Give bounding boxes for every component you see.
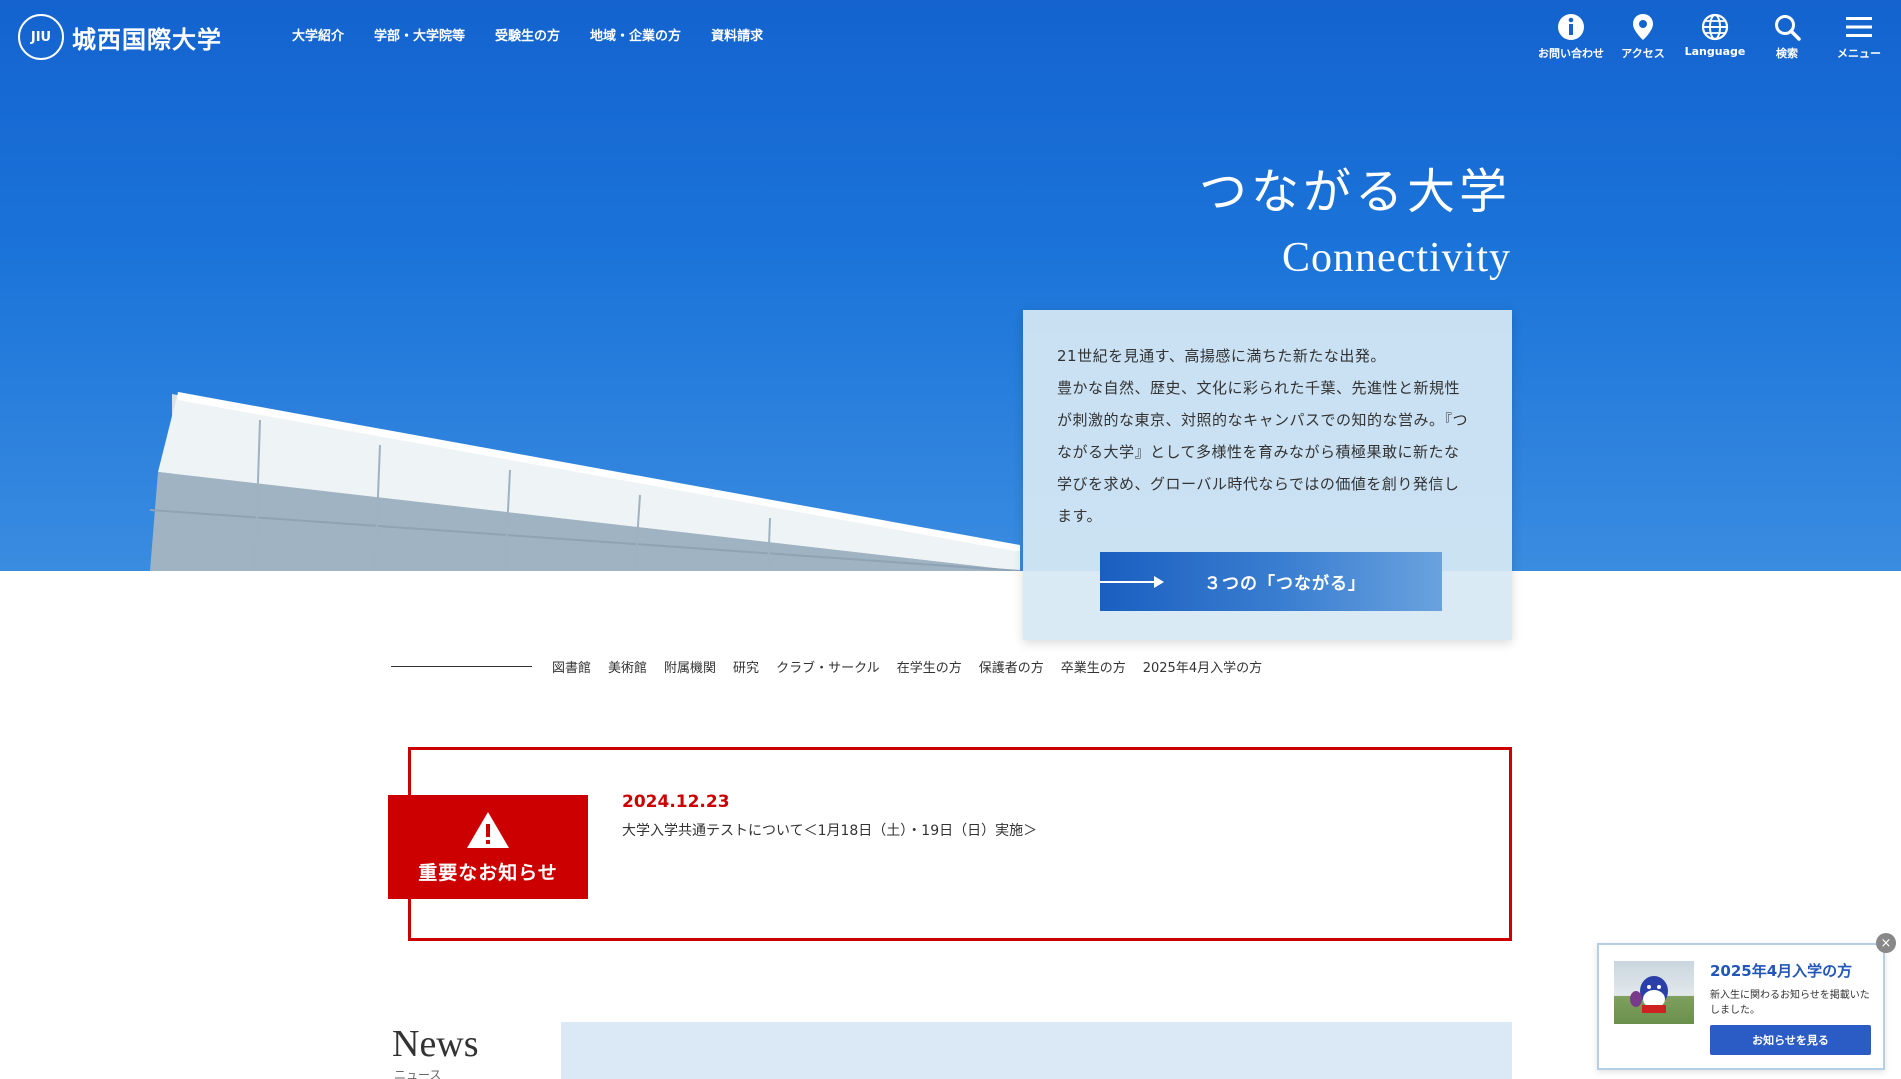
globe-icon xyxy=(1701,13,1729,41)
three-connections-label: ３つの「つながる」 xyxy=(1204,574,1366,594)
mascot-photo xyxy=(1614,961,1694,1024)
hero-building-image xyxy=(149,392,1021,571)
intro-line: 学びを求め、グローバル時代ならではの価値を創り発信し xyxy=(1057,475,1460,493)
intro-card: 21世紀を見通す、高揚感に満ちた新たな出発。 豊かな自然、歴史、文化に彩られた千… xyxy=(1023,310,1512,640)
mascot-image xyxy=(1630,976,1668,1013)
logo-name: 城西国際大学 xyxy=(72,25,222,54)
hero-title: つながる大学 Connectivity xyxy=(1199,152,1511,282)
nav-request-materials[interactable]: 資料請求 xyxy=(711,25,763,44)
sub-nav-parents[interactable]: 保護者の方 xyxy=(979,657,1044,676)
sub-nav-library[interactable]: 図書館 xyxy=(552,657,591,676)
news-panel xyxy=(561,1022,1512,1079)
arrow-right-icon xyxy=(1100,576,1164,588)
hero-section xyxy=(0,0,1901,571)
hero-title-jp: つながる大学 xyxy=(1198,164,1511,220)
contact-button[interactable]: お問い合わせ xyxy=(1535,12,1607,61)
access-label: アクセス xyxy=(1621,47,1665,60)
nav-applicants[interactable]: 受験生の方 xyxy=(495,25,560,44)
nav-about[interactable]: 大学紹介 xyxy=(292,25,344,44)
warning-icon xyxy=(467,811,509,848)
menu-icon xyxy=(1846,17,1872,37)
sub-nav-research[interactable]: 研究 xyxy=(733,657,759,676)
close-icon[interactable]: × xyxy=(1876,933,1896,953)
search-button[interactable]: 検索 xyxy=(1751,12,1823,61)
intro-line: 21世紀を見通す、高揚感に満ちた新たな出発。 xyxy=(1057,347,1386,365)
sub-nav-divider xyxy=(391,666,532,667)
access-button[interactable]: アクセス xyxy=(1607,12,1679,61)
nav-faculties[interactable]: 学部・大学院等 xyxy=(374,25,465,44)
popup-text: 新入生に関わるお知らせを掲載いたしました。 xyxy=(1710,990,1870,1016)
sub-nav-museum[interactable]: 美術館 xyxy=(608,657,647,676)
important-notice-label: 重要なお知らせ xyxy=(418,861,558,884)
three-connections-button[interactable]: ３つの「つながる」 xyxy=(1100,552,1442,611)
menu-button[interactable]: メニュー xyxy=(1823,12,1895,61)
sub-nav-students[interactable]: 在学生の方 xyxy=(897,657,962,676)
sub-nav-clubs[interactable]: クラブ・サークル xyxy=(776,657,880,676)
notice-link[interactable]: 大学入学共通テストについて＜1月18日（土）・19日（日）実施＞ xyxy=(622,820,1037,840)
sub-nav: 図書館 美術館 附属機関 研究 クラブ・サークル 在学生の方 保護者の方 卒業生… xyxy=(552,657,1262,676)
language-button[interactable]: Language xyxy=(1679,12,1751,61)
intro-line: 豊かな自然、歴史、文化に彩られた千葉、先進性と新規性 xyxy=(1057,379,1461,397)
map-pin-icon xyxy=(1633,14,1653,40)
university-logo[interactable]: JIU 城西国際大学 xyxy=(18,14,222,60)
menu-label: メニュー xyxy=(1837,47,1881,60)
popup-title[interactable]: 2025年4月入学の方 xyxy=(1710,960,1852,981)
sub-nav-institutions[interactable]: 附属機関 xyxy=(664,657,716,676)
sub-nav-alumni[interactable]: 卒業生の方 xyxy=(1061,657,1126,676)
utility-nav: お問い合わせ アクセス Language 検索 メニュー xyxy=(1535,12,1895,61)
nav-community[interactable]: 地域・企業の方 xyxy=(590,25,681,44)
important-notice-tag: 重要なお知らせ xyxy=(388,795,588,899)
main-nav: 大学紹介 学部・大学院等 受験生の方 地域・企業の方 資料請求 xyxy=(292,25,763,44)
news-heading: News xyxy=(392,1023,479,1065)
contact-label: お問い合わせ xyxy=(1538,47,1604,60)
info-icon xyxy=(1558,14,1584,40)
logo-seal-icon: JIU xyxy=(18,14,64,60)
sub-nav-new-students[interactable]: 2025年4月入学の方 xyxy=(1143,657,1262,676)
intro-line: が刺激的な東京、対照的なキャンパスでの知的な営み。『つ xyxy=(1057,411,1469,429)
search-icon xyxy=(1775,15,1801,41)
hero-title-en: Connectivity xyxy=(1282,235,1511,281)
new-students-popup: 2025年4月入学の方 新入生に関わるお知らせを掲載いたしました。 お知らせを見… xyxy=(1597,943,1885,1070)
search-label: 検索 xyxy=(1776,47,1798,60)
intro-line: ます。 xyxy=(1057,507,1103,525)
intro-line: ながる大学』として多様性を育みながら積極果敢に新たな xyxy=(1057,443,1460,461)
notice-date: 2024.12.23 xyxy=(622,792,730,812)
language-label: Language xyxy=(1684,45,1746,58)
view-notices-button[interactable]: お知らせを見る xyxy=(1710,1025,1871,1055)
news-subheading: ニュース xyxy=(394,1068,442,1079)
